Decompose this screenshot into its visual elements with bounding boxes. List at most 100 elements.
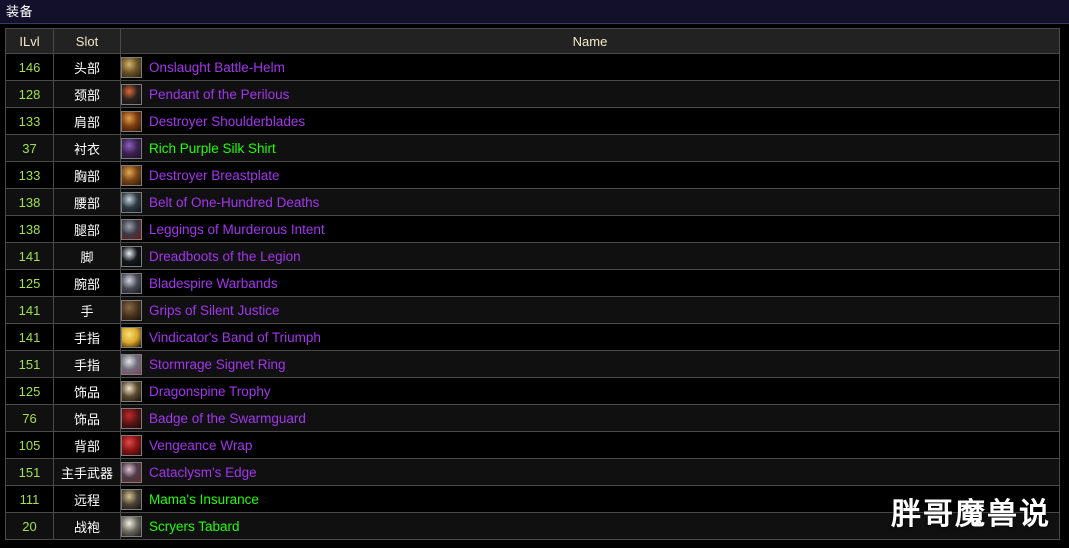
badge-icon[interactable] xyxy=(121,407,142,429)
cell-name: Cataclysm's Edge xyxy=(120,458,1060,486)
ring2-icon[interactable] xyxy=(121,353,142,375)
cell-slot: 胸部 xyxy=(53,161,121,189)
cell-name: Vindicator's Band of Triumph xyxy=(120,323,1060,351)
cell-slot: 主手武器 xyxy=(53,458,121,486)
cell-ilvl: 20 xyxy=(5,512,54,540)
cell-slot: 背部 xyxy=(53,431,121,459)
cloak-icon[interactable] xyxy=(121,434,142,456)
cell-slot: 远程 xyxy=(53,485,121,513)
cell-slot: 衬衣 xyxy=(53,134,121,162)
table-row[interactable]: 146 头部 Onslaught Battle-Helm xyxy=(5,53,1060,81)
table-row[interactable]: 133 胸部 Destroyer Breastplate xyxy=(5,161,1060,189)
cell-name: Dragonspine Trophy xyxy=(120,377,1060,405)
cell-slot: 手指 xyxy=(53,323,121,351)
table-row[interactable]: 125 腕部 Bladespire Warbands xyxy=(5,269,1060,297)
item-name-link[interactable]: Mama's Insurance xyxy=(149,492,259,507)
cell-slot: 腰部 xyxy=(53,188,121,216)
cell-name: Badge of the Swarmguard xyxy=(120,404,1060,432)
column-header-name[interactable]: Name xyxy=(120,28,1060,54)
item-name-link[interactable]: Scryers Tabard xyxy=(149,519,240,534)
cell-name: Onslaught Battle-Helm xyxy=(120,53,1060,81)
item-name-link[interactable]: Grips of Silent Justice xyxy=(149,303,280,318)
cell-name: Dreadboots of the Legion xyxy=(120,242,1060,270)
gun-icon[interactable] xyxy=(121,488,142,510)
cell-ilvl: 141 xyxy=(5,242,54,270)
table-row[interactable]: 151 主手武器 Cataclysm's Edge xyxy=(5,458,1060,486)
item-name-link[interactable]: Pendant of the Perilous xyxy=(149,87,289,102)
cell-slot: 战袍 xyxy=(53,512,121,540)
shoulder-icon[interactable] xyxy=(121,110,142,132)
gear-table: ILvl Slot Name 146 头部 Onslaught Battle-Hel… xyxy=(5,28,1060,540)
cell-ilvl: 37 xyxy=(5,134,54,162)
item-name-link[interactable]: Cataclysm's Edge xyxy=(149,465,257,480)
cell-name: Belt of One-Hundred Deaths xyxy=(120,188,1060,216)
table-header-row: ILvl Slot Name xyxy=(5,28,1060,54)
cell-ilvl: 125 xyxy=(5,269,54,297)
item-name-link[interactable]: Vindicator's Band of Triumph xyxy=(149,330,321,345)
boots-icon[interactable] xyxy=(121,245,142,267)
tabard-icon[interactable] xyxy=(121,515,142,537)
table-row[interactable]: 151 手指 Stormrage Signet Ring xyxy=(5,350,1060,378)
cell-slot: 手 xyxy=(53,296,121,324)
table-row[interactable]: 138 腰部 Belt of One-Hundred Deaths xyxy=(5,188,1060,216)
cell-ilvl: 111 xyxy=(5,485,54,513)
item-name-link[interactable]: Rich Purple Silk Shirt xyxy=(149,141,276,156)
item-name-link[interactable]: Bladespire Warbands xyxy=(149,276,278,291)
cell-ilvl: 133 xyxy=(5,107,54,135)
cell-ilvl: 105 xyxy=(5,431,54,459)
cell-name: Vengeance Wrap xyxy=(120,431,1060,459)
cell-ilvl: 138 xyxy=(5,188,54,216)
item-name-link[interactable]: Dreadboots of the Legion xyxy=(149,249,301,264)
cell-name: Scryers Tabard xyxy=(120,512,1060,540)
cell-slot: 脚 xyxy=(53,242,121,270)
item-name-link[interactable]: Badge of the Swarmguard xyxy=(149,411,306,426)
table-row[interactable]: 20 战袍 Scryers Tabard xyxy=(5,512,1060,540)
table-row[interactable]: 105 背部 Vengeance Wrap xyxy=(5,431,1060,459)
cell-ilvl: 151 xyxy=(5,350,54,378)
belt-icon[interactable] xyxy=(121,191,142,213)
item-name-link[interactable]: Onslaught Battle-Helm xyxy=(149,60,285,75)
table-row[interactable]: 128 颈部 Pendant of the Perilous xyxy=(5,80,1060,108)
table-row[interactable]: 125 饰品 Dragonspine Trophy xyxy=(5,377,1060,405)
item-name-link[interactable]: Leggings of Murderous Intent xyxy=(149,222,325,237)
cell-ilvl: 146 xyxy=(5,53,54,81)
gear-table-body: 146 头部 Onslaught Battle-Helm 128 颈部 Pendant o… xyxy=(5,53,1060,540)
helm-icon[interactable] xyxy=(121,56,142,78)
cell-name: Stormrage Signet Ring xyxy=(120,350,1060,378)
table-row[interactable]: 76 饰品 Badge of the Swarmguard xyxy=(5,404,1060,432)
item-name-link[interactable]: Belt of One-Hundred Deaths xyxy=(149,195,319,210)
cell-name: Rich Purple Silk Shirt xyxy=(120,134,1060,162)
pendant-icon[interactable] xyxy=(121,83,142,105)
item-name-link[interactable]: Dragonspine Trophy xyxy=(149,384,271,399)
item-name-link[interactable]: Vengeance Wrap xyxy=(149,438,252,453)
cell-name: Pendant of the Perilous xyxy=(120,80,1060,108)
cell-slot: 腕部 xyxy=(53,269,121,297)
cell-name: Mama's Insurance xyxy=(120,485,1060,513)
cell-ilvl: 76 xyxy=(5,404,54,432)
item-name-link[interactable]: Stormrage Signet Ring xyxy=(149,357,286,372)
table-row[interactable]: 141 脚 Dreadboots of the Legion xyxy=(5,242,1060,270)
column-header-ilvl[interactable]: ILvl xyxy=(5,28,54,54)
bracer-icon[interactable] xyxy=(121,272,142,294)
table-row[interactable]: 37 衬衣 Rich Purple Silk Shirt xyxy=(5,134,1060,162)
cell-name: Destroyer Shoulderblades xyxy=(120,107,1060,135)
table-row[interactable]: 141 手 Grips of Silent Justice xyxy=(5,296,1060,324)
item-name-link[interactable]: Destroyer Shoulderblades xyxy=(149,114,305,129)
cell-ilvl: 141 xyxy=(5,323,54,351)
table-row[interactable]: 138 腿部 Leggings of Murderous Intent xyxy=(5,215,1060,243)
cell-name: Destroyer Breastplate xyxy=(120,161,1060,189)
sword-icon[interactable] xyxy=(121,461,142,483)
table-row[interactable]: 141 手指 Vindicator's Band of Triumph xyxy=(5,323,1060,351)
shirt-icon[interactable] xyxy=(121,137,142,159)
gear-table-container: ILvl Slot Name 146 头部 Onslaught Battle-Hel… xyxy=(0,24,1069,540)
legs-icon[interactable] xyxy=(121,218,142,240)
trophy-icon[interactable] xyxy=(121,380,142,402)
ring-icon[interactable] xyxy=(121,326,142,348)
chest-icon[interactable] xyxy=(121,164,142,186)
column-header-slot[interactable]: Slot xyxy=(53,28,121,54)
table-row[interactable]: 111 远程 Mama's Insurance xyxy=(5,485,1060,513)
table-row[interactable]: 133 肩部 Destroyer Shoulderblades xyxy=(5,107,1060,135)
item-name-link[interactable]: Destroyer Breastplate xyxy=(149,168,280,183)
gloves-icon[interactable] xyxy=(121,299,142,321)
window-title: 装备 xyxy=(6,4,34,19)
